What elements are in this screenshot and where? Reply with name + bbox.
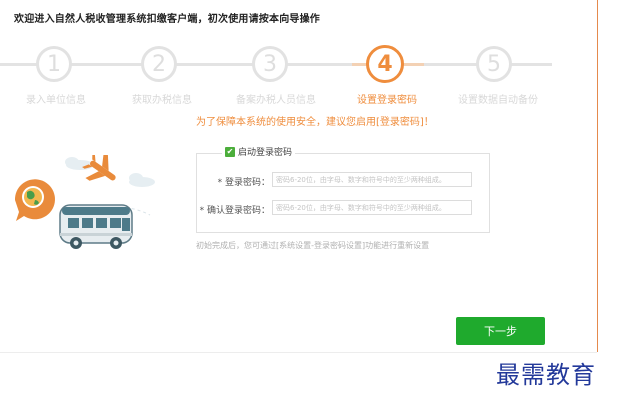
step-2-label: 获取办税信息 <box>132 95 192 106</box>
bus-icon <box>59 204 133 249</box>
step-4-circle: 4 <box>366 45 404 83</box>
step-5-label: 设置数据自动备份 <box>458 95 538 106</box>
enable-password-label: 启动登录密码 <box>238 148 293 158</box>
step-3-circle: 3 <box>252 46 288 82</box>
step-3-label: 备案办税人员信息 <box>236 95 316 106</box>
step-4-label: 设置登录密码 <box>357 95 417 106</box>
password-label: * 登录密码： <box>217 178 270 188</box>
enable-password-checkbox[interactable]: ✔ <box>225 146 235 157</box>
right-divider <box>597 0 598 352</box>
confirm-password-input[interactable] <box>272 200 472 215</box>
step-5-circle: 5 <box>476 46 512 82</box>
enable-password-toggle[interactable]: ✔ 启动登录密码 <box>222 145 296 158</box>
password-form-box <box>196 153 490 233</box>
bottom-divider <box>0 352 597 353</box>
step-1-label: 录入单位信息 <box>26 95 86 106</box>
travel-illustration <box>10 151 160 259</box>
step-2-circle: 2 <box>141 46 177 82</box>
confirm-password-label: * 确认登录密码： <box>199 206 270 216</box>
next-button[interactable]: 下一步 <box>456 317 545 345</box>
security-warning: 为了保障本系统的使用安全，建议您启用[登录密码]！ <box>196 117 434 128</box>
reset-hint: 初始完成后，您可通过[系统设置-登录密码设置]功能进行重新设置 <box>196 241 430 250</box>
password-input[interactable] <box>272 172 472 187</box>
welcome-header: 欢迎进入自然人税收管理系统扣缴客户端，初次使用请按本向导操作 <box>14 14 320 25</box>
globe-bubble-icon <box>14 179 55 221</box>
step-1-circle: 1 <box>36 46 72 82</box>
watermark-text: 最需教育 <box>496 361 596 389</box>
